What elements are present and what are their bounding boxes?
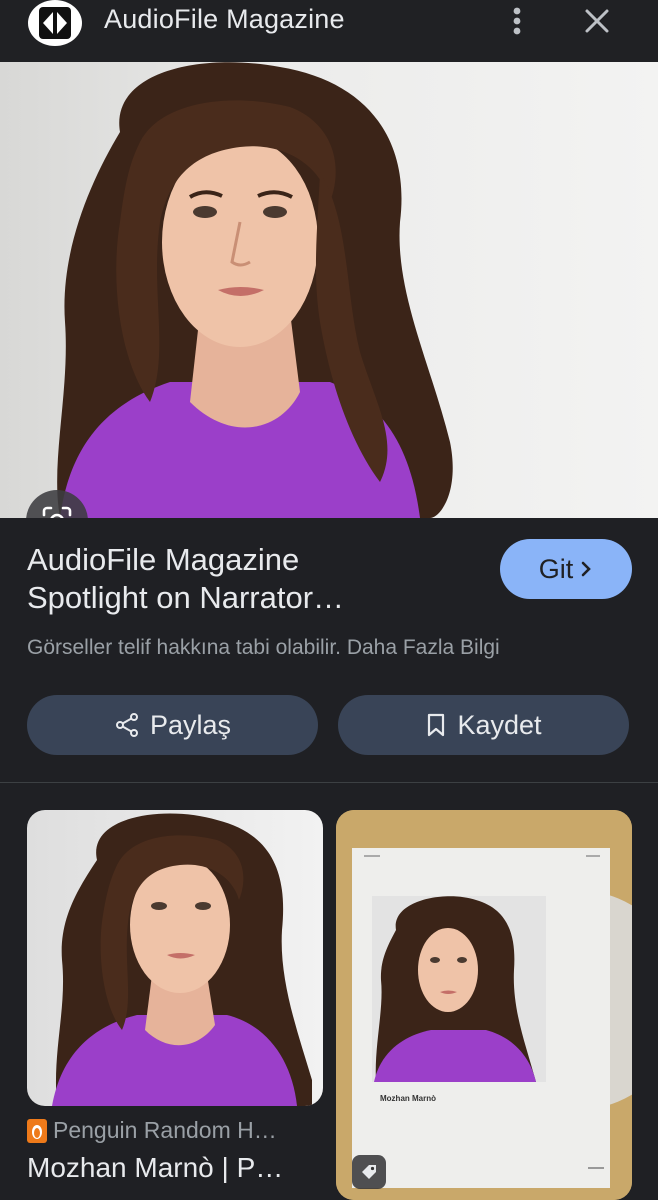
tag-icon (362, 1165, 376, 1179)
related-result-title[interactable]: Mozhan Marnò | P… (27, 1152, 283, 1184)
close-icon (585, 9, 609, 33)
result-title[interactable]: AudioFile Magazine Spotlight on Narrator… (27, 541, 467, 617)
result-title-line1: AudioFile Magazine (27, 542, 300, 577)
top-bar: AudioFile Magazine (0, 0, 658, 62)
book-caption: Mozhan Marnò (380, 1094, 436, 1103)
related-image-card[interactable] (27, 810, 323, 1106)
related-portrait-image (52, 813, 312, 1106)
product-tag-badge (352, 1155, 386, 1189)
related-source: Penguin Random H… (27, 1117, 277, 1144)
hero-image[interactable] (0, 62, 658, 518)
visit-button[interactable]: Git (500, 539, 632, 599)
share-button-label: Paylaş (149, 709, 232, 740)
more-vert-icon (513, 7, 521, 35)
related-source-name: Penguin Random H… (53, 1117, 277, 1143)
section-divider (0, 782, 658, 783)
share-button[interactable]: Paylaş (27, 695, 318, 755)
close-button[interactable] (578, 2, 616, 40)
share-icon (115, 713, 138, 737)
save-button[interactable]: Kaydet (338, 695, 629, 755)
more-options-button[interactable] (500, 2, 534, 40)
chevron-right-icon (581, 561, 592, 577)
audiofile-logo-icon[interactable] (28, 0, 82, 46)
portrait-image (57, 62, 453, 518)
copyright-notice[interactable]: Görseller telif hakkına tabi olabilir. D… (27, 636, 500, 660)
save-button-label: Kaydet (457, 709, 542, 740)
book-photo-image (336, 810, 632, 1200)
bookmark-icon (428, 713, 445, 737)
result-title-line2: Spotlight on Narrator… (27, 580, 345, 615)
related-image-card-2[interactable]: Mozhan Marnò (336, 810, 632, 1200)
site-title: AudioFile Magazine (104, 4, 345, 34)
visit-button-label: Git (538, 553, 574, 584)
lens-search-icon (42, 506, 72, 518)
penguin-logo-icon (27, 1118, 47, 1143)
